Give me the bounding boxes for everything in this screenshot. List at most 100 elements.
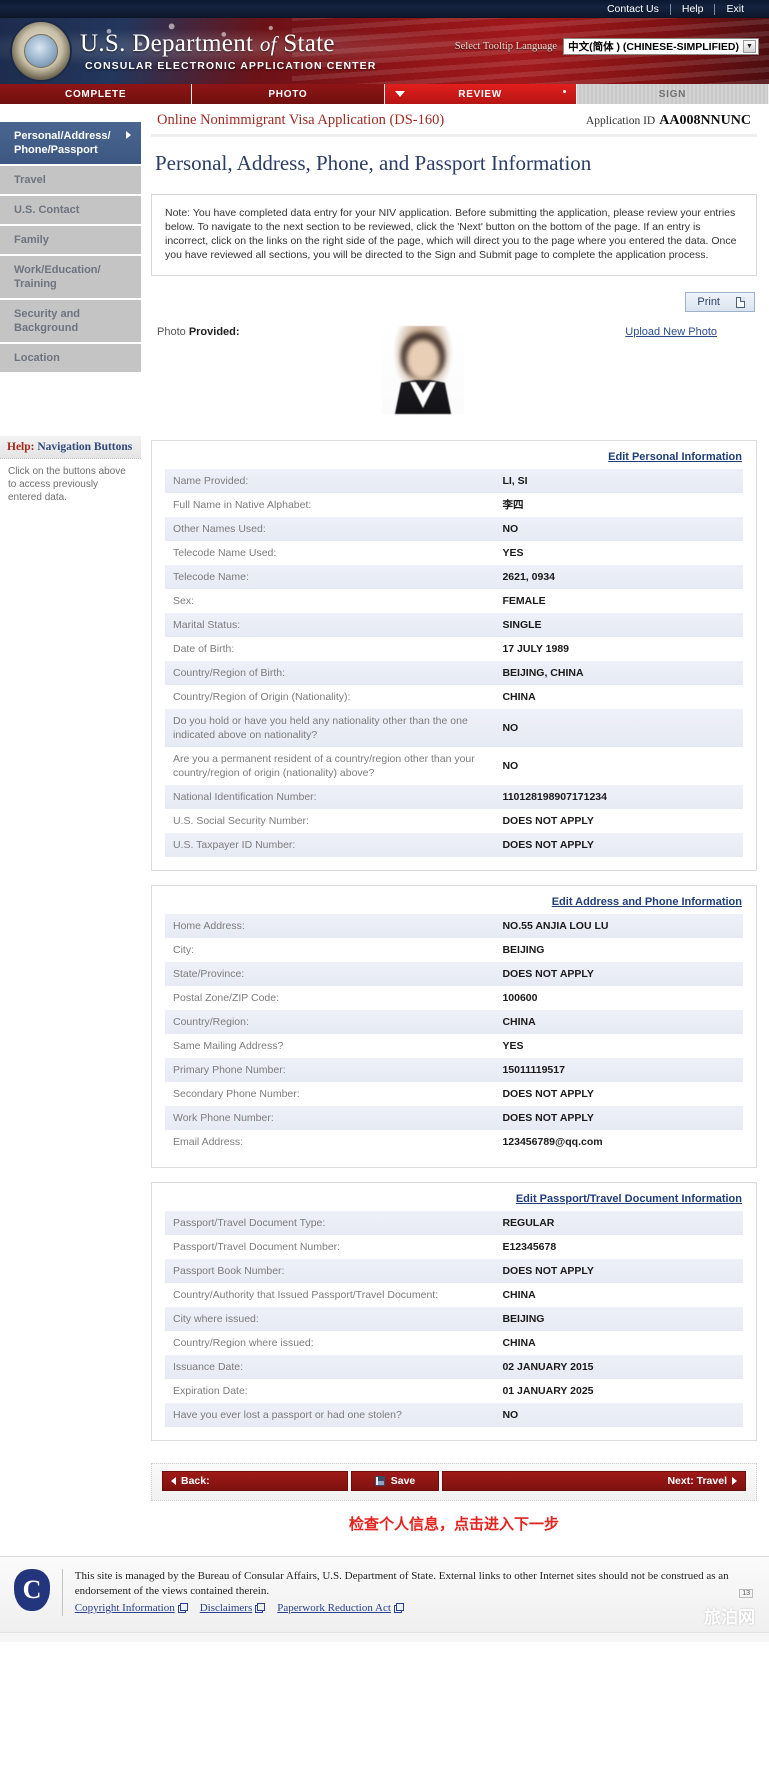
table-row: City: BEIJING bbox=[165, 938, 743, 962]
site-banner: U.S. Department of State CONSULAR ELECTR… bbox=[0, 18, 769, 84]
row-key: City where issued: bbox=[165, 1307, 495, 1331]
row-value: 15011119517 bbox=[494, 1058, 743, 1082]
main-content: Online Nonimmigrant Visa Application (DS… bbox=[141, 104, 769, 1534]
sidebar-item-location[interactable]: Location bbox=[0, 344, 141, 372]
row-key: Are you a permanent resident of a countr… bbox=[165, 747, 495, 785]
application-id-label: Application ID bbox=[585, 115, 656, 127]
table-row: Full Name in Native Alphabet: 李四 bbox=[165, 493, 743, 517]
back-button[interactable]: Back: bbox=[162, 1471, 348, 1491]
application-id-value: AA008NNUNC bbox=[659, 113, 751, 128]
sidebar: Personal/Address/ Phone/Passport Travel … bbox=[0, 104, 141, 514]
back-button-label: Back: bbox=[181, 1475, 210, 1487]
tooltip-language-selector[interactable]: Select Tooltip Language 中文(简体 ) (CHINESE… bbox=[455, 38, 759, 55]
row-value: CHINA bbox=[494, 1010, 743, 1034]
row-key: City: bbox=[165, 938, 495, 962]
chevron-right-icon bbox=[126, 131, 131, 139]
exit-link[interactable]: Exit bbox=[715, 0, 755, 18]
brand-title: U.S. Department of State CONSULAR ELECTR… bbox=[80, 30, 376, 72]
sidebar-item-us-contact[interactable]: U.S. Contact bbox=[0, 196, 141, 224]
review-note: Note: You have completed data entry for … bbox=[151, 194, 757, 276]
page-number-badge: 13 bbox=[739, 1589, 753, 1598]
section-nav: Personal/Address/ Phone/Passport Travel … bbox=[0, 122, 141, 372]
step-complete[interactable]: COMPLETE bbox=[0, 84, 193, 104]
chevron-down-icon[interactable]: ▼ bbox=[743, 40, 756, 53]
footer-divider bbox=[62, 1569, 63, 1616]
help-panel-body: Click on the buttons above to access pre… bbox=[8, 466, 126, 503]
seal-inner bbox=[24, 34, 58, 68]
table-row: Postal Zone/ZIP Code: 100600 bbox=[165, 986, 743, 1010]
copyright-information-link[interactable]: Copyright Information bbox=[75, 1601, 188, 1616]
table-row: Name Provided: LI, SI bbox=[165, 469, 743, 493]
table-row: Date of Birth: 17 JULY 1989 bbox=[165, 637, 743, 661]
photo-face bbox=[406, 340, 440, 380]
edit-passport-information-link[interactable]: Edit Passport/Travel Document Informatio… bbox=[165, 1193, 743, 1205]
row-key: Issuance Date: bbox=[165, 1355, 495, 1379]
row-value: REGULAR bbox=[494, 1211, 743, 1235]
save-button[interactable]: Save bbox=[351, 1471, 439, 1491]
step-photo[interactable]: PHOTO bbox=[192, 84, 385, 104]
disclaimers-link[interactable]: Disclaimers bbox=[200, 1601, 266, 1616]
row-value: YES bbox=[494, 541, 743, 565]
row-key: Have you ever lost a passport or had one… bbox=[165, 1403, 495, 1427]
row-key: Full Name in Native Alphabet: bbox=[165, 493, 495, 517]
step-sign[interactable]: SIGN bbox=[576, 84, 769, 104]
upload-new-photo-link[interactable]: Upload New Photo bbox=[625, 326, 751, 338]
table-row: Passport/Travel Document Type: REGULAR bbox=[165, 1211, 743, 1235]
step-review[interactable]: REVIEW bbox=[384, 84, 577, 104]
row-key: Passport Book Number: bbox=[165, 1259, 495, 1283]
address-phone-table: Home Address: NO.55 ANJIA LOU LU City: BEI… bbox=[165, 914, 743, 1154]
row-key: Sex: bbox=[165, 589, 495, 613]
row-value: FEMALE bbox=[494, 589, 743, 613]
table-row: Country/Region where issued: CHINA bbox=[165, 1331, 743, 1355]
brand-department: Department bbox=[132, 30, 254, 57]
paperwork-reduction-act-label: Paperwork Reduction Act bbox=[277, 1602, 391, 1614]
row-key: Passport/Travel Document Type: bbox=[165, 1211, 495, 1235]
sidebar-item-personal[interactable]: Personal/Address/ Phone/Passport bbox=[0, 122, 141, 164]
language-select[interactable]: 中文(简体 ) (CHINESE-SIMPLIFIED) ▼ bbox=[563, 38, 759, 55]
sidebar-item-travel[interactable]: Travel bbox=[0, 166, 141, 194]
sidebar-item-us-contact-label: U.S. Contact bbox=[14, 204, 80, 216]
section-passport-information: Edit Passport/Travel Document Informatio… bbox=[151, 1182, 757, 1441]
row-value: NO bbox=[494, 517, 743, 541]
row-value: 110128198907171234 bbox=[494, 785, 743, 809]
help-link[interactable]: Help bbox=[671, 0, 715, 18]
row-key: Marital Status: bbox=[165, 613, 495, 637]
bottom-strip bbox=[0, 1632, 769, 1642]
row-value: DOES NOT APPLY bbox=[494, 1106, 743, 1130]
brand-of: of bbox=[259, 32, 277, 56]
row-value: E12345678 bbox=[494, 1235, 743, 1259]
edit-personal-information-link[interactable]: Edit Personal Information bbox=[165, 451, 743, 463]
external-link-icon bbox=[177, 1602, 188, 1613]
row-key: Country/Region of Birth: bbox=[165, 661, 495, 685]
row-value: CHINA bbox=[494, 1331, 743, 1355]
arrow-left-icon bbox=[171, 1477, 176, 1485]
row-value: 02 JANUARY 2015 bbox=[494, 1355, 743, 1379]
floppy-disk-icon bbox=[374, 1476, 385, 1486]
sidebar-item-personal-label: Personal/Address/ Phone/Passport bbox=[14, 130, 111, 156]
sidebar-item-security-background[interactable]: Security and Background bbox=[0, 300, 141, 342]
row-value: DOES NOT APPLY bbox=[494, 962, 743, 986]
sidebar-item-family[interactable]: Family bbox=[0, 226, 141, 254]
row-value: BEIJING bbox=[494, 1307, 743, 1331]
photo-label-bold: Provided: bbox=[188, 326, 240, 338]
brand-state: State bbox=[283, 30, 335, 57]
row-value: 17 JULY 1989 bbox=[494, 637, 743, 661]
next-button[interactable]: Next: Travel bbox=[442, 1471, 746, 1491]
sidebar-item-work-education[interactable]: Work/Education/ Training bbox=[0, 256, 141, 298]
progress-steps: COMPLETE PHOTO REVIEW SIGN bbox=[0, 84, 769, 104]
utility-bar: Contact Us Help Exit bbox=[0, 0, 769, 18]
row-value: NO bbox=[494, 747, 743, 785]
table-row: Other Names Used: NO bbox=[165, 517, 743, 541]
row-value: NO bbox=[494, 1403, 743, 1427]
passport-table: Passport/Travel Document Type: REGULAR Pa… bbox=[165, 1211, 743, 1427]
arrow-right-icon bbox=[732, 1477, 737, 1485]
contact-us-link[interactable]: Contact Us bbox=[596, 0, 670, 18]
save-button-label: Save bbox=[390, 1475, 416, 1487]
row-value: DOES NOT APPLY bbox=[494, 809, 743, 833]
print-button[interactable]: Print bbox=[685, 292, 755, 312]
edit-address-phone-information-link[interactable]: Edit Address and Phone Information bbox=[165, 896, 743, 908]
paperwork-reduction-act-link[interactable]: Paperwork Reduction Act bbox=[277, 1601, 404, 1616]
help-panel-heading-rest: Navigation Buttons bbox=[34, 441, 133, 453]
row-key: Postal Zone/ZIP Code: bbox=[165, 986, 495, 1010]
row-key: U.S. Social Security Number: bbox=[165, 809, 495, 833]
